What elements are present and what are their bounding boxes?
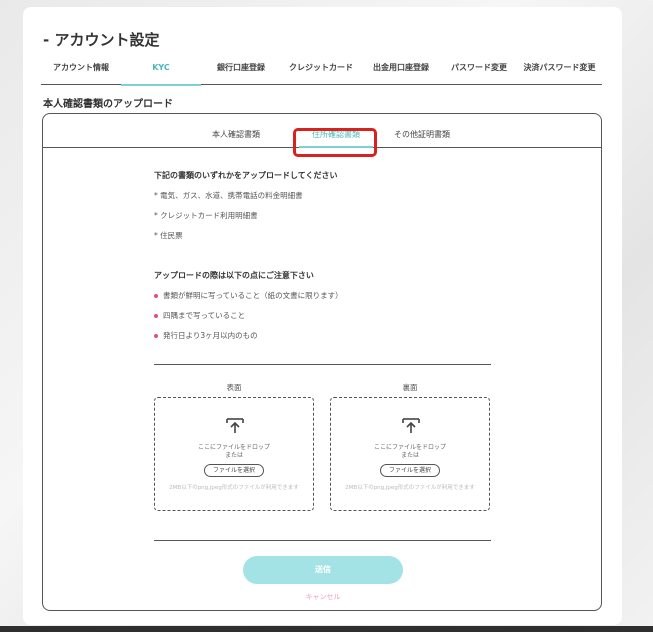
note-item: 書類が鮮明に写っていること（紙の文書に限ります） [154, 290, 343, 301]
bullet-dot-icon [154, 294, 158, 298]
or-text: または [400, 452, 419, 459]
front-dropzone[interactable]: ここにファイルをドロップ または ファイルを選択 2MB以下のpng,jpeg形… [154, 397, 314, 511]
or-text: または [224, 452, 243, 459]
submit-button[interactable]: 送信 [243, 556, 403, 584]
sub-tabs: 本人確認書類 住所確認書類 その他証明書類 [43, 124, 601, 157]
note-item-text: 四隅まで写っていること [163, 311, 246, 320]
bottom-bar [0, 626, 653, 632]
tab-bank-account[interactable]: 銀行口座登録 [201, 61, 281, 84]
note-item: 発行日より3ヶ月以内のもの [154, 330, 258, 341]
tab-withdrawal-account[interactable]: 出金用口座登録 [361, 61, 441, 84]
choose-file-button[interactable]: ファイルを選択 [380, 464, 440, 477]
back-dropzone[interactable]: ここにファイルをドロップ または ファイルを選択 2MB以下のpng,jpeg形… [330, 397, 490, 511]
file-note: 2MB以下のpng,jpeg形式のファイルが利用できます [345, 485, 475, 491]
main-tabs: アカウント情報 KYC 銀行口座登録 クレジットカード 出金用口座登録 パスワー… [41, 61, 602, 86]
choose-file-button[interactable]: ファイルを選択 [204, 464, 264, 477]
tab-password-change[interactable]: パスワード変更 [441, 61, 517, 84]
note-item-text: 書類が鮮明に写っていること（紙の文書に限ります） [163, 291, 343, 300]
page-title: - アカウント設定 [43, 31, 160, 49]
bullet-dot-icon [154, 314, 158, 318]
document-item: * クレジットカード利用明細書 [154, 211, 258, 220]
account-settings-card: - アカウント設定 アカウント情報 KYC 銀行口座登録 クレジットカード 出金… [23, 7, 622, 625]
file-note: 2MB以下のpng,jpeg形式のファイルが利用できます [169, 485, 299, 491]
divider [154, 540, 491, 541]
bullet-dot-icon [154, 334, 158, 338]
document-item: * 電気、ガス、水道、携帯電話の料金明細書 [154, 191, 303, 200]
note-item: 四隅まで写っていること [154, 310, 245, 321]
tab-kyc[interactable]: KYC [121, 61, 201, 86]
front-label: 表面 [226, 383, 242, 392]
divider [154, 364, 491, 365]
documents-heading: 下記の書類のいずれかをアップロードしてください [154, 171, 338, 180]
notes-heading: アップロードの際は以下の点にご注意下さい [154, 271, 314, 280]
note-item-text: 発行日より3ヶ月以内のもの [163, 331, 258, 340]
sub-tab-other[interactable]: その他証明書類 [377, 129, 467, 148]
tab-account-info[interactable]: アカウント情報 [41, 61, 121, 84]
document-item: * 住民票 [154, 231, 183, 240]
section-title: 本人確認書類のアップロード [43, 99, 173, 110]
upload-icon [402, 418, 420, 433]
sub-tab-identity[interactable]: 本人確認書類 [191, 129, 281, 148]
cancel-link[interactable]: キャンセル [243, 592, 403, 602]
upload-panel: 本人確認書類 住所確認書類 その他証明書類 下記の書類のいずれかをアップロードし… [42, 113, 602, 611]
tab-credit-card[interactable]: クレジットカード [281, 61, 361, 84]
tab-payment-password-change[interactable]: 決済パスワード変更 [517, 61, 602, 84]
upload-icon [226, 418, 244, 433]
highlight-box [293, 128, 377, 157]
back-label: 裏面 [402, 383, 418, 392]
